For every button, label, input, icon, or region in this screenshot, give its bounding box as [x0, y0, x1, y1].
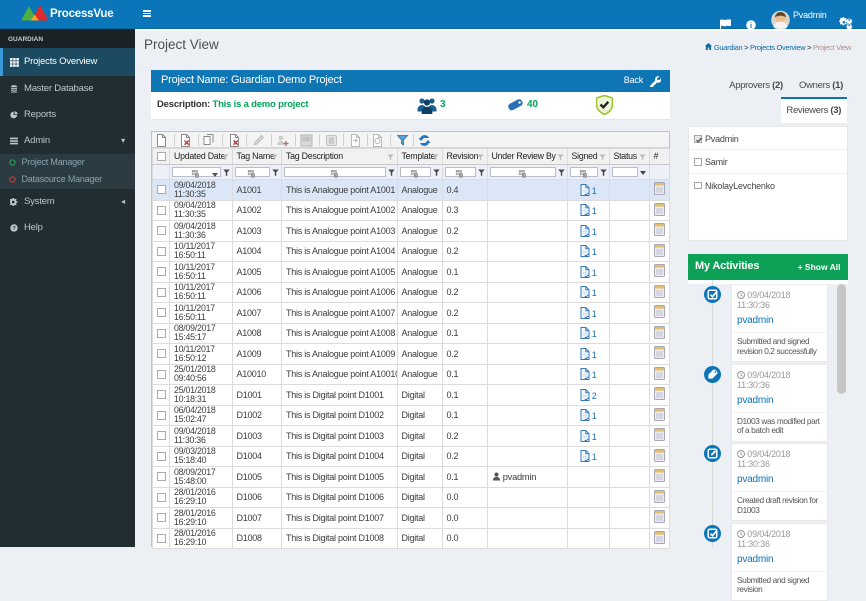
svg-text:i: i [750, 20, 752, 29]
svg-text:B: B [328, 137, 334, 146]
